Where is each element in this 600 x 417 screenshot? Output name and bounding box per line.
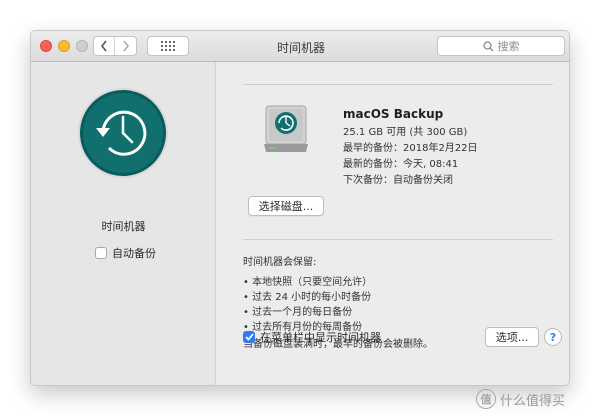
preferences-window: 时间机器 搜索 时间机器 自动备份 选择磁盘... macOS Backup 2…: [30, 30, 570, 386]
watermark: 值 什么值得买: [476, 389, 565, 409]
search-field[interactable]: 搜索: [437, 36, 565, 56]
search-placeholder: 搜索: [497, 40, 520, 53]
watermark-logo: 值: [476, 389, 496, 409]
retention-item: • 过去 24 小时的每小时备份: [243, 292, 372, 303]
latest-backup: 最新的备份：今天, 08:41: [343, 159, 459, 170]
backup-disk-icon: [264, 105, 308, 152]
auto-backup-label: 自动备份: [112, 247, 156, 260]
left-pane: 时间机器 自动备份: [31, 62, 216, 385]
disk-capacity: 25.1 GB 可用 (共 300 GB): [343, 127, 468, 138]
app-name-label: 时间机器: [101, 220, 146, 233]
auto-backup-checkbox[interactable]: [95, 247, 107, 259]
next-backup: 下次备份：自动备份关闭: [343, 175, 453, 186]
retention-item: • 本地快照（只要空间允许）: [243, 277, 373, 288]
search-icon: [482, 40, 493, 51]
retention-heading: 时间机器会保留:: [243, 257, 317, 268]
options-button[interactable]: 选项...: [485, 327, 539, 347]
show-in-menubar-label: 在菜单栏中显示时间机器: [260, 331, 381, 344]
auto-backup-toggle[interactable]: 自动备份: [95, 245, 156, 261]
retention-item: • 过去一个月的每日备份: [243, 307, 353, 318]
middle-divider: [243, 239, 553, 240]
disk-info: macOS Backup 25.1 GB 可用 (共 300 GB) 最早的备份…: [343, 106, 478, 189]
choose-disk-button[interactable]: 选择磁盘...: [248, 196, 324, 216]
oldest-backup: 最早的备份：2018年2月22日: [343, 143, 478, 154]
time-machine-icon: [78, 88, 168, 178]
show-in-menubar-toggle[interactable]: 在菜单栏中显示时间机器: [243, 329, 381, 345]
disk-name: macOS Backup: [343, 107, 444, 121]
watermark-text: 什么值得买: [500, 393, 566, 409]
help-button[interactable]: ?: [544, 328, 562, 346]
title-bar: 时间机器 搜索: [31, 31, 569, 62]
top-divider: [243, 84, 553, 85]
show-in-menubar-checkbox[interactable]: [243, 331, 255, 343]
checkmark-icon: [244, 333, 254, 341]
